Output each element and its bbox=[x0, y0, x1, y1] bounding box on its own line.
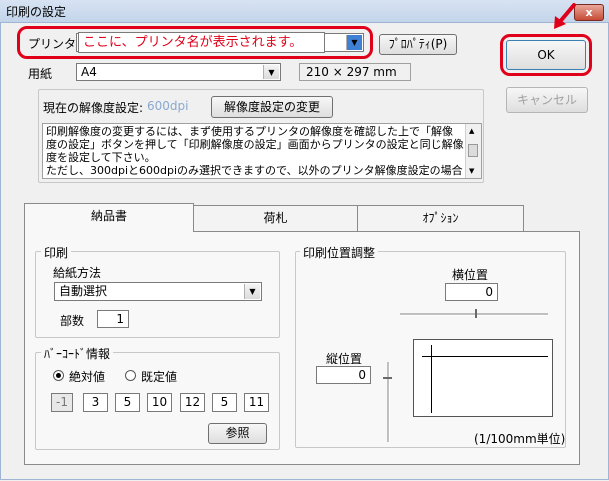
printer-name-message: ここに、プリンタ名が表示されます。 bbox=[78, 32, 325, 53]
feed-method-value: 自動選択 bbox=[59, 284, 108, 298]
feed-method-select[interactable]: 自動選択 ▼ bbox=[54, 282, 262, 301]
chevron-down-icon: ▼ bbox=[244, 284, 260, 299]
note-line: 度の設定」ボタンを押して「印刷解像度の設定」画面からプリンタの設定と同じ解像 bbox=[46, 138, 464, 151]
vertical-label: 縦位置 bbox=[326, 352, 363, 366]
scroll-down-icon[interactable]: ▼ bbox=[469, 167, 474, 175]
note-scrollbar[interactable]: ▲ ▼ bbox=[465, 124, 481, 178]
barcode-group-title: ﾊﾞｰｺｰﾄﾞ情報 bbox=[41, 345, 114, 362]
preview-vertical-line bbox=[431, 345, 432, 413]
position-group-title: 印刷位置調整 bbox=[300, 244, 379, 261]
radio-preset-label: 既定値 bbox=[141, 370, 178, 384]
barcode-value-cell[interactable]: 11 bbox=[244, 393, 269, 412]
reference-button[interactable]: 参照 bbox=[208, 423, 267, 444]
red-arrow-icon bbox=[554, 3, 576, 29]
copies-input[interactable]: 1 bbox=[97, 310, 129, 328]
tab-tag[interactable]: 荷札 bbox=[193, 205, 358, 231]
horizontal-input[interactable]: 0 bbox=[445, 283, 498, 301]
barcode-value-cell[interactable]: 10 bbox=[147, 393, 172, 412]
preview-horizontal-line bbox=[422, 356, 548, 357]
radio-preset[interactable] bbox=[125, 370, 136, 381]
note-line: 度を設定して下さい。 bbox=[46, 151, 156, 164]
horizontal-slider-thumb[interactable] bbox=[475, 309, 477, 318]
barcode-value-cell[interactable]: -1 bbox=[51, 393, 73, 412]
unit-note: (1/100mm単位) bbox=[474, 432, 566, 446]
close-button[interactable]: x bbox=[574, 4, 604, 21]
resolution-note-box: 印刷解像度の変更するには、まず使用するプリンタの解像度を確認した上で「解像 度の… bbox=[42, 123, 482, 179]
window-title: 印刷の設定 bbox=[6, 5, 67, 19]
vertical-input[interactable]: 0 bbox=[316, 366, 371, 384]
resolution-label: 現在の解像度設定: bbox=[43, 101, 144, 115]
vertical-slider-thumb[interactable] bbox=[383, 377, 392, 379]
feed-method-label: 給紙方法 bbox=[53, 266, 102, 280]
cancel-button[interactable]: キャンセル bbox=[506, 87, 588, 113]
ok-button[interactable]: OK bbox=[506, 40, 586, 70]
horizontal-label: 横位置 bbox=[452, 268, 489, 282]
note-line: ただし、300dpiと600dpiのみ選択できますので、以外のプリンタ解像度設定… bbox=[46, 164, 463, 177]
tab-delivery-slip[interactable]: 納品書 bbox=[24, 203, 194, 232]
radio-absolute-label: 絶対値 bbox=[69, 370, 106, 384]
title-bar: 印刷の設定 x bbox=[0, 0, 609, 23]
vertical-slider[interactable] bbox=[387, 362, 390, 442]
paper-label: 用紙 bbox=[28, 67, 53, 81]
change-resolution-button[interactable]: 解像度設定の変更 bbox=[211, 96, 333, 118]
tab-options[interactable]: ｵﾌﾟｼｮﾝ bbox=[357, 205, 524, 231]
barcode-value-cell[interactable]: 12 bbox=[180, 393, 205, 412]
copies-label: 部数 bbox=[60, 314, 85, 328]
paper-select-value: A4 bbox=[81, 65, 97, 79]
print-group-title: 印刷 bbox=[41, 244, 72, 261]
position-preview bbox=[413, 339, 553, 417]
note-line: 印刷解像度の変更するには、まず使用するプリンタの解像度を確認した上で「解像 bbox=[46, 125, 453, 138]
scroll-up-icon[interactable]: ▲ bbox=[469, 127, 474, 135]
scroll-thumb[interactable] bbox=[468, 144, 478, 157]
properties-button[interactable]: ﾌﾟﾛﾊﾟﾃｨ(P) bbox=[379, 34, 457, 55]
chevron-down-icon: ▼ bbox=[346, 35, 362, 50]
paper-select[interactable]: A4 ▼ bbox=[76, 63, 281, 81]
printer-label: プリンタ bbox=[28, 37, 77, 51]
paper-size-readout: 210 × 297 mm bbox=[299, 63, 411, 81]
barcode-value-cell[interactable]: 5 bbox=[212, 393, 237, 412]
radio-absolute[interactable] bbox=[53, 370, 64, 381]
barcode-value-cell[interactable]: 3 bbox=[83, 393, 108, 412]
resolution-value: 600dpi bbox=[147, 99, 189, 113]
barcode-value-cell[interactable]: 5 bbox=[115, 393, 140, 412]
chevron-down-icon: ▼ bbox=[263, 65, 279, 79]
horizontal-slider[interactable] bbox=[400, 313, 548, 316]
